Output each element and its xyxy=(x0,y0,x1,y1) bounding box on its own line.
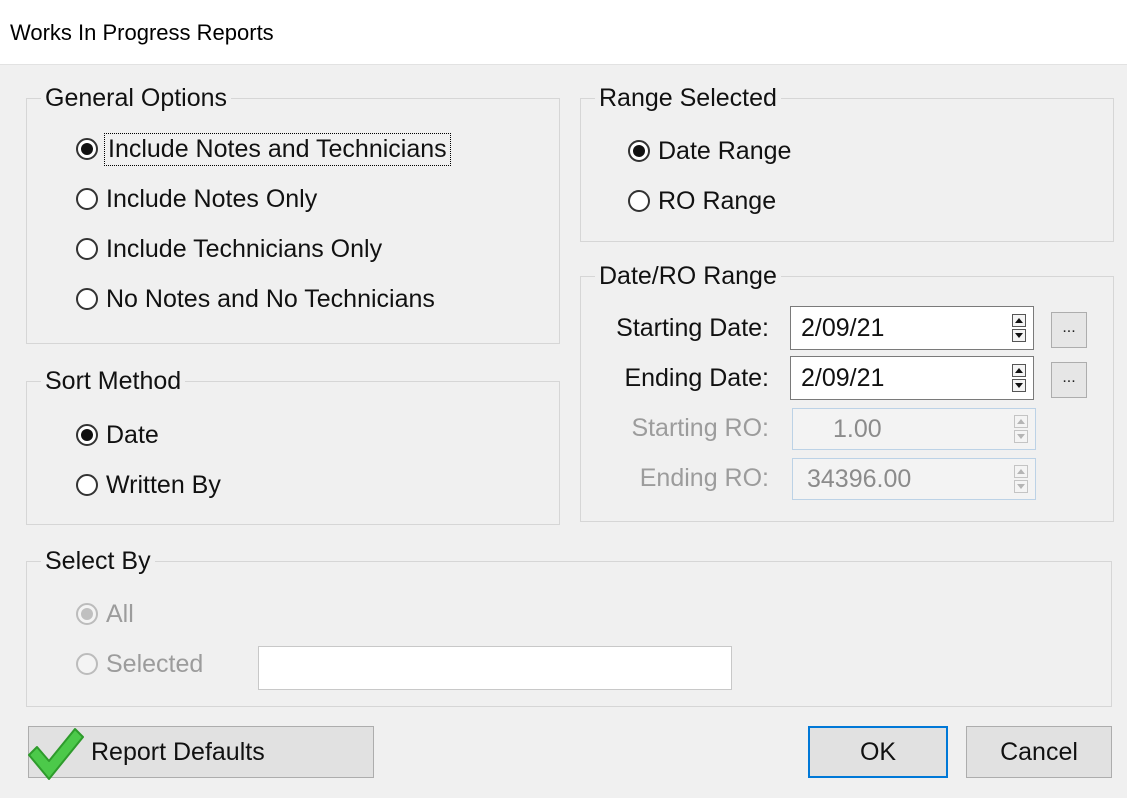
selected-input[interactable] xyxy=(258,646,732,690)
cancel-button[interactable]: Cancel xyxy=(966,726,1112,778)
checkmark-icon xyxy=(28,728,84,780)
report-defaults-button[interactable]: Report Defaults xyxy=(28,726,374,780)
radio-circle-icon xyxy=(76,603,98,625)
sort-method-legend: Sort Method xyxy=(41,366,186,396)
radio-label: No Notes and No Technicians xyxy=(106,284,435,313)
starting-ro-value[interactable]: 1.00 xyxy=(793,409,1007,449)
radio-label: Written By xyxy=(106,470,221,499)
spin-down-icon[interactable] xyxy=(1012,379,1026,392)
report-defaults-label: Report Defaults xyxy=(91,737,265,766)
radio-circle-icon xyxy=(76,424,98,446)
ending-date-label: Ending Date: xyxy=(624,364,769,392)
radio-circle-icon xyxy=(76,474,98,496)
radio-circle-icon xyxy=(76,238,98,260)
starting-ro-spinner[interactable]: 1.00 xyxy=(792,408,1036,450)
radio-circle-icon xyxy=(76,288,98,310)
ending-date-spinner[interactable]: 2/09/21 xyxy=(790,356,1034,400)
spin-down-icon[interactable] xyxy=(1014,480,1028,493)
radio-label: Selected xyxy=(106,649,204,678)
spin-up-icon[interactable] xyxy=(1014,415,1028,428)
ending-ro-label: Ending RO: xyxy=(639,464,769,492)
radio-include-notes-and-technicians[interactable]: Include Notes and Technicians xyxy=(76,132,451,166)
radio-circle-icon xyxy=(76,653,98,675)
range-selected-legend: Range Selected xyxy=(595,83,781,113)
radio-label: Include Technicians Only xyxy=(106,234,383,263)
radio-circle-icon xyxy=(76,138,98,160)
ending-ro-value[interactable]: 34396.00 xyxy=(793,459,1007,499)
radio-label: Date xyxy=(106,420,159,449)
title-bar: Works In Progress Reports xyxy=(0,0,1127,65)
starting-ro-label: Starting RO: xyxy=(631,414,769,442)
radio-date-range[interactable]: Date Range xyxy=(628,136,791,166)
radio-include-technicians-only[interactable]: Include Technicians Only xyxy=(76,234,382,264)
spin-up-icon[interactable] xyxy=(1012,314,1026,327)
ending-date-picker-button[interactable]: ... xyxy=(1051,362,1087,398)
spin-up-icon[interactable] xyxy=(1012,364,1026,377)
radio-circle-icon xyxy=(76,188,98,210)
starting-date-spinner[interactable]: 2/09/21 xyxy=(790,306,1034,350)
starting-date-value[interactable]: 2/09/21 xyxy=(791,307,1005,349)
radio-label: Include Notes Only xyxy=(106,184,318,213)
range-selected-group: Range Selected xyxy=(580,83,1114,242)
radio-label: Date Range xyxy=(658,136,792,165)
starting-date-label: Starting Date: xyxy=(616,314,769,342)
radio-ro-range[interactable]: RO Range xyxy=(628,186,776,216)
spin-up-icon[interactable] xyxy=(1014,465,1028,478)
radio-label: Include Notes and Technicians xyxy=(104,132,451,166)
radio-label: RO Range xyxy=(658,186,777,215)
general-options-legend: General Options xyxy=(41,83,232,113)
radio-circle-icon xyxy=(628,190,650,212)
spin-down-icon[interactable] xyxy=(1014,430,1028,443)
radio-sort-date[interactable]: Date xyxy=(76,420,159,450)
select-by-legend: Select By xyxy=(41,546,155,576)
ending-ro-spinner[interactable]: 34396.00 xyxy=(792,458,1036,500)
spin-down-icon[interactable] xyxy=(1012,329,1026,342)
radio-no-notes-and-no-technicians[interactable]: No Notes and No Technicians xyxy=(76,284,435,314)
radio-select-all[interactable]: All xyxy=(76,599,134,629)
date-ro-range-legend: Date/RO Range xyxy=(595,261,781,291)
radio-label: All xyxy=(106,599,134,628)
sort-method-group: Sort Method xyxy=(26,366,560,525)
window-title: Works In Progress Reports xyxy=(10,20,274,45)
radio-circle-icon xyxy=(628,140,650,162)
starting-date-picker-button[interactable]: ... xyxy=(1051,312,1087,348)
radio-include-notes-only[interactable]: Include Notes Only xyxy=(76,184,317,214)
radio-select-selected[interactable]: Selected xyxy=(76,649,203,679)
ending-date-value[interactable]: 2/09/21 xyxy=(791,357,1005,399)
radio-sort-written-by[interactable]: Written By xyxy=(76,470,221,500)
ok-button[interactable]: OK xyxy=(808,726,948,778)
